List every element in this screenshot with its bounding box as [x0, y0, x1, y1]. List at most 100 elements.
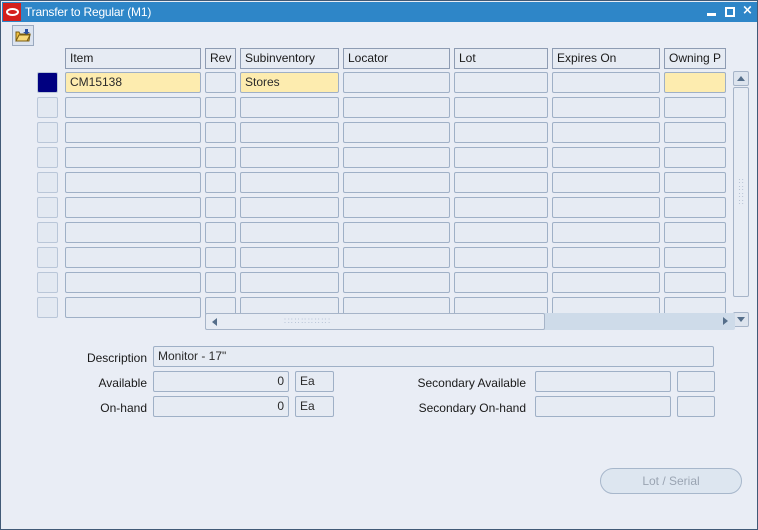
grid-cell[interactable] — [664, 147, 726, 168]
grid-cell[interactable] — [454, 222, 548, 243]
grid-cell[interactable] — [65, 297, 201, 318]
grid-cell[interactable] — [205, 222, 236, 243]
grid-cell[interactable] — [240, 197, 339, 218]
grid-cell[interactable] — [65, 197, 201, 218]
grid-cell[interactable] — [552, 97, 660, 118]
table-row[interactable] — [37, 122, 747, 143]
scroll-down-button[interactable] — [733, 312, 749, 327]
grid-cell[interactable] — [664, 272, 726, 293]
available-field[interactable]: 0 — [153, 371, 289, 392]
grid-cell[interactable] — [65, 172, 201, 193]
grid-cell[interactable] — [240, 247, 339, 268]
grid-cell[interactable] — [205, 72, 236, 93]
grid-cell[interactable] — [454, 272, 548, 293]
table-row[interactable] — [37, 97, 747, 118]
grid-column-header[interactable]: Expires On — [552, 48, 660, 69]
grid-cell[interactable] — [205, 97, 236, 118]
grid-cell[interactable]: Stores — [240, 72, 339, 93]
table-row[interactable] — [37, 247, 747, 268]
grid-cell[interactable] — [240, 172, 339, 193]
open-folder-button[interactable] — [12, 25, 34, 46]
grid-cell[interactable] — [343, 122, 450, 143]
table-row[interactable] — [37, 172, 747, 193]
grid-cell[interactable] — [65, 122, 201, 143]
scroll-up-button[interactable] — [733, 71, 749, 86]
grid-cell[interactable] — [552, 197, 660, 218]
grid-cell[interactable] — [552, 72, 660, 93]
grid-cell[interactable] — [552, 172, 660, 193]
grid-cell[interactable] — [343, 97, 450, 118]
row-selector[interactable] — [37, 72, 58, 93]
grid-column-header[interactable]: Owning P — [664, 48, 726, 69]
table-row[interactable] — [37, 147, 747, 168]
lot-serial-button[interactable]: Lot / Serial — [600, 468, 742, 494]
grid-column-header[interactable]: Rev — [205, 48, 236, 69]
row-selector[interactable] — [37, 147, 58, 168]
grid-cell[interactable] — [343, 172, 450, 193]
row-selector[interactable] — [37, 247, 58, 268]
grid-cell[interactable] — [65, 272, 201, 293]
grid-cell[interactable] — [205, 122, 236, 143]
secondary-available-uom-field[interactable] — [677, 371, 715, 392]
grid-cell[interactable] — [343, 147, 450, 168]
row-selector[interactable] — [37, 222, 58, 243]
row-selector[interactable] — [37, 272, 58, 293]
onhand-field[interactable]: 0 — [153, 396, 289, 417]
grid-cell[interactable] — [552, 122, 660, 143]
grid-cell[interactable] — [65, 247, 201, 268]
grid-cell[interactable] — [205, 147, 236, 168]
grid-cell[interactable] — [552, 147, 660, 168]
row-selector[interactable] — [37, 197, 58, 218]
secondary-onhand-field[interactable] — [535, 396, 671, 417]
grid-cell[interactable] — [240, 222, 339, 243]
grid-cell[interactable] — [552, 247, 660, 268]
available-uom-field[interactable]: Ea — [295, 371, 334, 392]
grid-cell[interactable] — [664, 97, 726, 118]
grid-cell[interactable] — [205, 172, 236, 193]
grid-vertical-scrollbar[interactable]: ∷ ∷ ∷ ∷ — [733, 71, 749, 327]
grid-cell[interactable] — [65, 97, 201, 118]
row-selector[interactable] — [37, 97, 58, 118]
grid-cell[interactable]: CM15138 — [65, 72, 201, 93]
table-row[interactable] — [37, 222, 747, 243]
grid-cell[interactable] — [664, 122, 726, 143]
grid-cell[interactable] — [240, 122, 339, 143]
grid-cell[interactable] — [343, 72, 450, 93]
grid-column-header[interactable]: Lot — [454, 48, 548, 69]
grid-cell[interactable] — [343, 247, 450, 268]
grid-cell[interactable] — [343, 222, 450, 243]
grid-cell[interactable] — [65, 222, 201, 243]
grid-cell[interactable] — [454, 122, 548, 143]
row-selector[interactable] — [37, 122, 58, 143]
grid-cell[interactable] — [343, 197, 450, 218]
vertical-scrollbar-thumb[interactable]: ∷ ∷ ∷ ∷ — [733, 87, 749, 297]
row-selector[interactable] — [37, 297, 58, 318]
grid-cell[interactable] — [343, 272, 450, 293]
grid-cell[interactable] — [454, 97, 548, 118]
grid-cell[interactable] — [454, 72, 548, 93]
grid-cell[interactable] — [205, 247, 236, 268]
grid-column-header[interactable]: Subinventory — [240, 48, 339, 69]
grid-cell[interactable] — [664, 172, 726, 193]
maximize-button[interactable] — [722, 4, 737, 19]
grid-cell[interactable] — [240, 147, 339, 168]
close-button[interactable]: × — [740, 4, 755, 19]
grid-cell[interactable] — [205, 272, 236, 293]
description-field[interactable]: Monitor - 17" — [153, 346, 714, 367]
grid-cell[interactable] — [454, 197, 548, 218]
scroll-left-button[interactable] — [208, 315, 221, 329]
grid-cell[interactable] — [552, 272, 660, 293]
grid-horizontal-scrollbar[interactable]: ∷∷∷∷∷∷∷ — [205, 313, 735, 330]
grid-cell[interactable] — [664, 222, 726, 243]
grid-column-header[interactable]: Locator — [343, 48, 450, 69]
grid-cell[interactable] — [454, 247, 548, 268]
grid-cell[interactable] — [240, 272, 339, 293]
secondary-available-field[interactable] — [535, 371, 671, 392]
grid-cell[interactable] — [664, 72, 726, 93]
table-row[interactable] — [37, 272, 747, 293]
scroll-right-button[interactable] — [719, 314, 732, 328]
minimize-button[interactable] — [704, 4, 719, 19]
grid-cell[interactable] — [454, 172, 548, 193]
horizontal-scrollbar-thumb[interactable]: ∷∷∷∷∷∷∷ — [205, 313, 545, 330]
grid-cell[interactable] — [454, 147, 548, 168]
